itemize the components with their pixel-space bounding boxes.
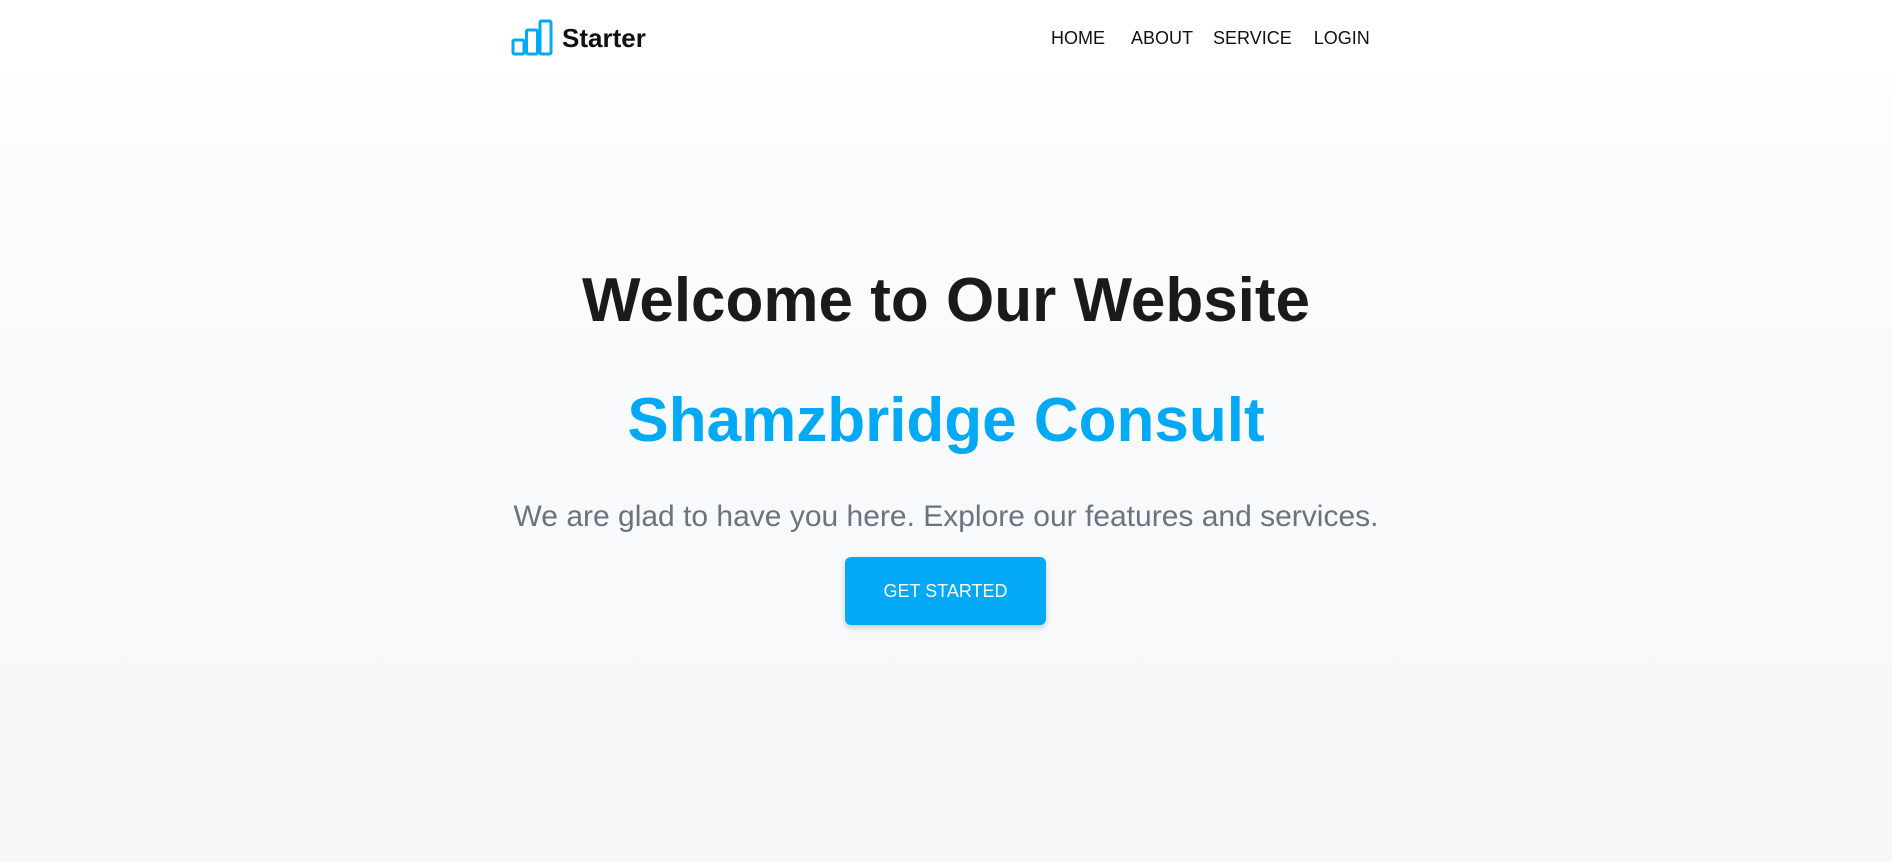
get-started-button[interactable]: GET STARTED bbox=[845, 557, 1046, 625]
hero-subtitle: We are glad to have you here. Explore ou… bbox=[513, 500, 1379, 533]
hero-section: Welcome to Our Website Shamzbridge Consu… bbox=[0, 0, 1892, 862]
hero-title: Welcome to Our Website bbox=[581, 266, 1311, 335]
company-name: Shamzbridge Consult bbox=[627, 386, 1265, 455]
